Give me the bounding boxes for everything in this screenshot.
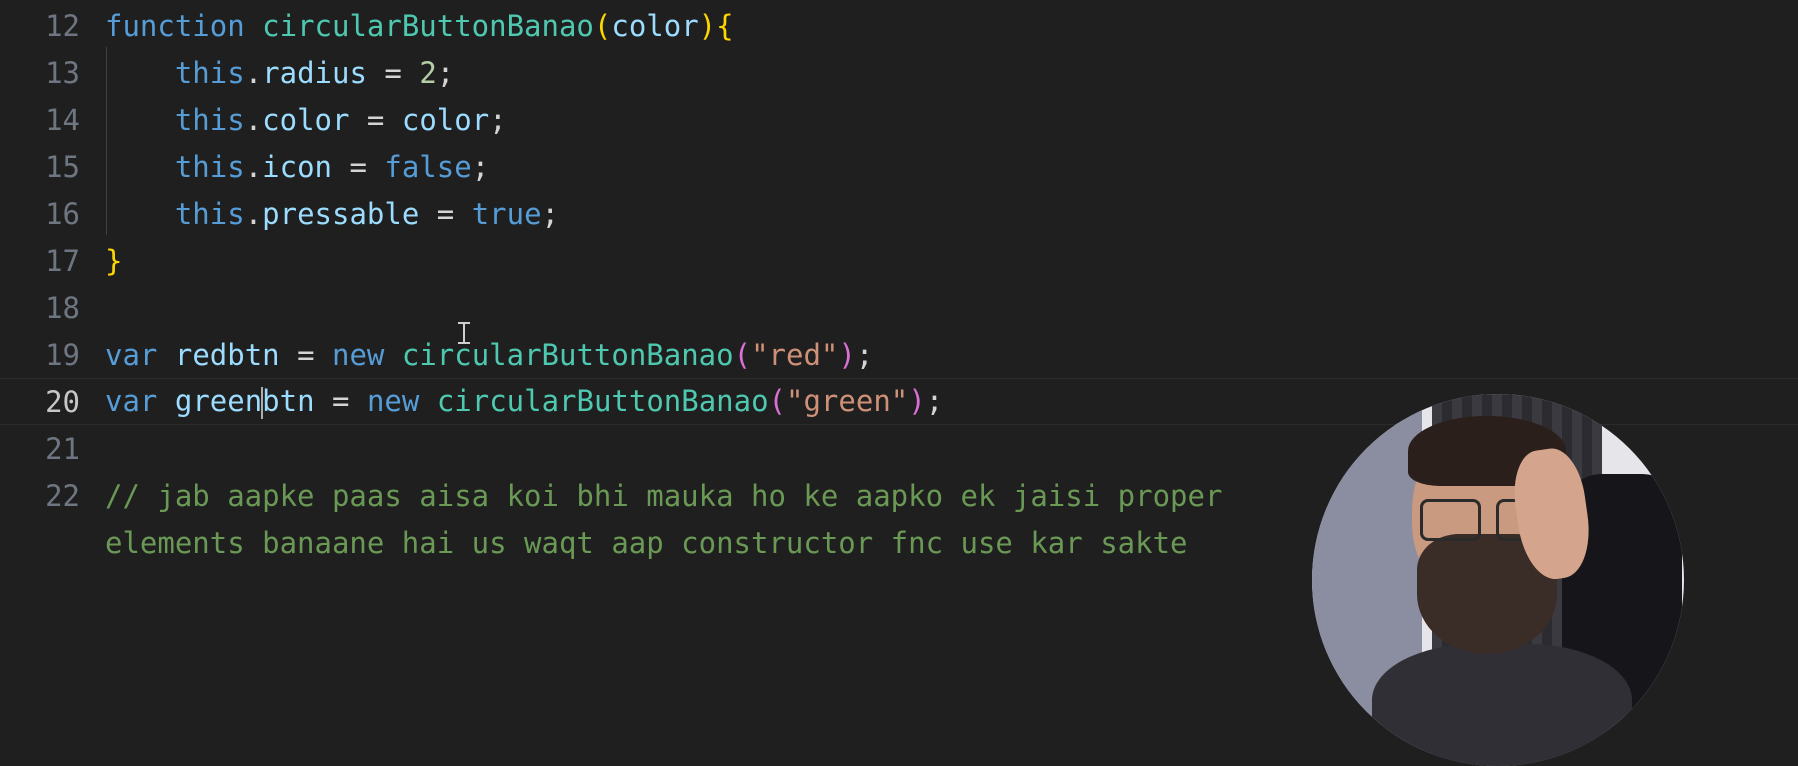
code-token: = [419, 196, 472, 231]
code-token: icon [262, 149, 332, 184]
code-text[interactable]: this.pressable = true; [105, 197, 559, 231]
code-token: this [174, 55, 245, 90]
code-token: function [105, 8, 245, 43]
code-token: // jab aapke paas aisa koi bhi mauka ho … [105, 478, 1223, 513]
code-token: radius [262, 55, 367, 90]
code-token: color [262, 102, 350, 137]
code-token: false [384, 149, 472, 184]
code-line[interactable]: 14 this.color = color; [0, 96, 1798, 143]
code-token: elements banaane hai us waqt aap constru… [105, 525, 1188, 560]
code-token: color [401, 102, 490, 137]
code-token: ( [733, 337, 752, 372]
code-token: redbtn [174, 337, 280, 372]
code-text[interactable]: } [105, 244, 122, 278]
code-line[interactable]: 13 this.radius = 2; [0, 49, 1798, 96]
code-token: = [332, 149, 385, 184]
line-number: 15 [45, 149, 80, 184]
code-token: . [244, 196, 263, 231]
code-line[interactable]: 16 this.pressable = true; [0, 190, 1798, 237]
code-token: ; [436, 55, 455, 90]
code-token: ) [698, 8, 717, 43]
code-token: = [366, 55, 420, 90]
code-token: . [244, 102, 263, 137]
code-token: } [105, 243, 123, 278]
code-token: ) [838, 337, 856, 372]
code-line[interactable]: 18 [0, 284, 1798, 331]
code-token: new [332, 337, 385, 372]
code-line[interactable]: 15 this.icon = false; [0, 143, 1798, 190]
code-text[interactable]: this.color = color; [105, 103, 507, 137]
line-number: 21 [45, 431, 80, 466]
code-token: circularButtonBanao [401, 337, 734, 372]
line-number: 16 [45, 196, 80, 231]
code-token: ; [489, 102, 507, 137]
code-token: ( [593, 8, 612, 43]
code-token: "red" [751, 337, 839, 372]
code-token: this [174, 196, 245, 231]
code-token: = [279, 337, 333, 372]
line-number: 19 [45, 337, 80, 372]
code-token: circularButtonBanao [436, 384, 769, 418]
code-line[interactable]: 19 var redbtn = new circularButtonBanao("… [0, 331, 1798, 378]
line-number: 22 [45, 478, 80, 513]
line-number: 14 [45, 102, 80, 137]
code-token: "green" [786, 384, 909, 418]
code-token: btn [262, 384, 315, 418]
code-token: = [314, 384, 367, 418]
code-token: ; [855, 337, 874, 372]
webcam-overlay [1312, 394, 1684, 766]
line-number: 12 [45, 8, 80, 43]
code-token: . [244, 149, 263, 184]
code-token: color [611, 8, 699, 43]
line-number: 18 [45, 290, 80, 325]
code-token: this [174, 149, 245, 184]
code-token: true [471, 196, 542, 231]
code-token: pressable [262, 196, 420, 231]
mouse-ibeam-cursor-icon [458, 322, 470, 344]
code-text[interactable]: var redbtn = new circularButtonBanao("re… [105, 338, 873, 372]
line-number: 13 [45, 55, 80, 90]
line-number: 17 [45, 243, 80, 278]
code-text[interactable]: this.radius = 2; [105, 56, 454, 90]
code-text[interactable]: elements banaane hai us waqt aap constru… [105, 526, 1188, 560]
code-token: ; [541, 196, 559, 231]
code-token: ; [925, 384, 944, 418]
code-text[interactable]: var greenbtn = new circularButtonBanao("… [105, 384, 943, 419]
code-token: green [174, 384, 263, 418]
code-token: = [349, 102, 402, 137]
code-token: this [174, 102, 245, 137]
code-token: ) [908, 384, 926, 418]
code-text[interactable]: this.icon = false; [105, 150, 489, 184]
code-token: new [366, 384, 420, 418]
line-number: 20 [45, 384, 80, 419]
code-token: ; [471, 149, 490, 184]
code-token: var [105, 337, 158, 372]
code-token: ( [768, 384, 787, 418]
code-text[interactable]: function circularButtonBanao(color){ [105, 9, 734, 43]
code-token: . [244, 55, 263, 90]
code-line[interactable]: 17} [0, 237, 1798, 284]
code-token: 2 [419, 55, 437, 90]
code-token: var [105, 384, 158, 418]
code-line[interactable]: 12 function circularButtonBanao(color){ [0, 2, 1798, 49]
code-token: { [716, 8, 734, 43]
code-token: circularButtonBanao [262, 8, 594, 43]
